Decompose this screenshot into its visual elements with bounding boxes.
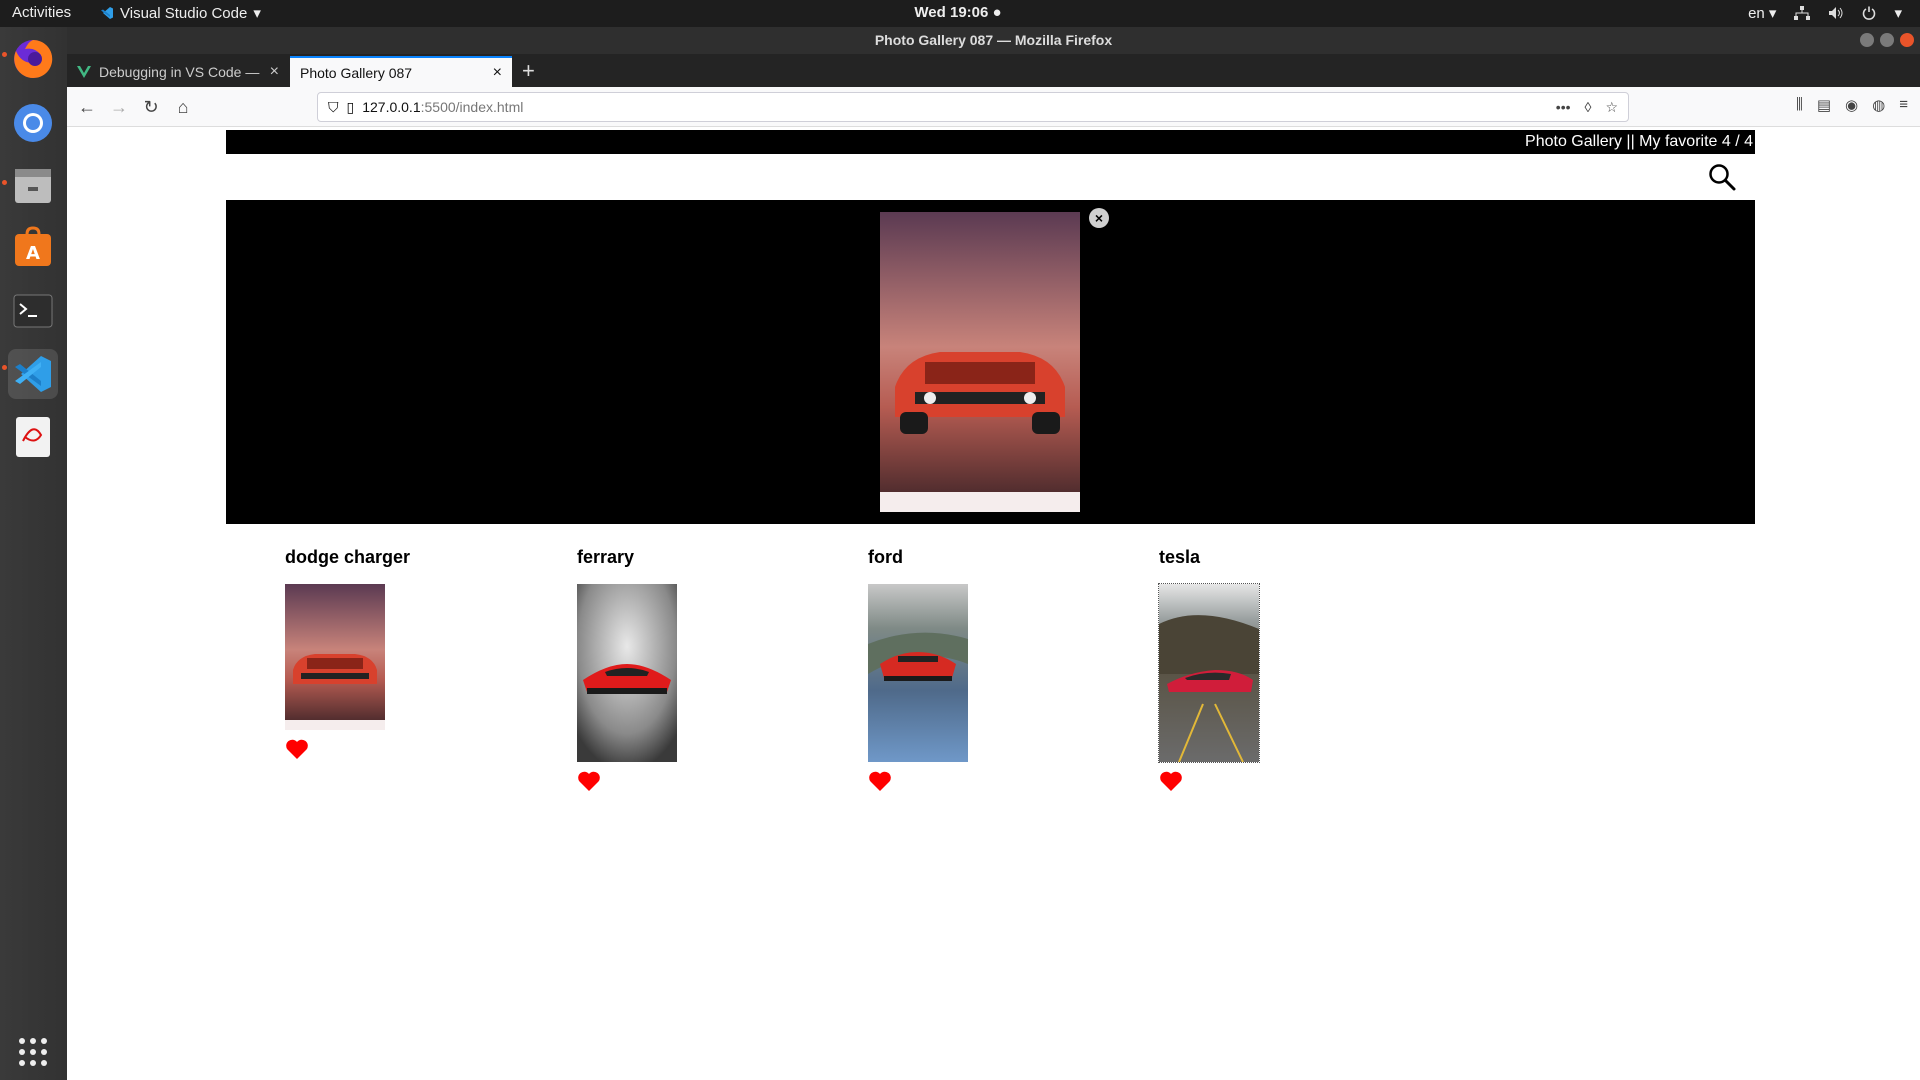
car-image[interactable] <box>868 584 968 762</box>
library-icon[interactable]: ⫼ <box>1796 96 1803 114</box>
software-launcher[interactable]: A <box>8 223 58 273</box>
tab-title: Photo Gallery 087 <box>300 64 413 81</box>
close-tab-icon[interactable]: × <box>493 64 502 82</box>
navigation-toolbar: ← → ↻ ⌂ ⛉ ▯ 127.0.0.1:5500/index.html ••… <box>67 87 1920 127</box>
search-icon[interactable] <box>1707 162 1737 192</box>
gallery-header: Photo Gallery || My favorite 4 / 4 <box>226 130 1755 154</box>
card-title: tesla <box>1159 547 1201 567</box>
car-image[interactable] <box>577 584 677 762</box>
gallery-card: tesla <box>1158 547 1339 792</box>
car-image[interactable] <box>285 584 385 730</box>
account-icon[interactable]: ◉ <box>1845 96 1858 114</box>
url-host: 127.0.0.1 <box>362 99 421 115</box>
terminal-icon <box>13 294 53 328</box>
tab-title: Debugging in VS Code — <box>99 63 260 80</box>
gallery-card: ferrary <box>577 547 757 792</box>
vscode-icon <box>15 356 51 392</box>
window-title: Photo Gallery 087 — Mozilla Firefox <box>874 32 1113 48</box>
document-viewer-launcher[interactable] <box>8 412 58 462</box>
url-bar[interactable]: ⛉ ▯ 127.0.0.1:5500/index.html ••• ◊ ☆ <box>317 92 1629 122</box>
gallery-card: ford <box>868 547 1048 792</box>
heart-icon[interactable] <box>577 770 601 792</box>
tab-debugging[interactable]: Debugging in VS Code — × <box>67 56 289 87</box>
tab-bar: Debugging in VS Code — × Photo Gallery 0… <box>67 54 1920 87</box>
show-applications-button[interactable] <box>8 1027 58 1077</box>
volume-icon <box>1829 7 1843 19</box>
forward-arrow-icon[interactable]: → <box>107 95 131 119</box>
card-title: dodge charger <box>285 547 411 567</box>
page-actions-icon[interactable]: ••• <box>1556 99 1571 116</box>
reload-icon[interactable]: ↻ <box>139 95 163 119</box>
tab-photo-gallery[interactable]: Photo Gallery 087 × <box>290 56 512 87</box>
power-icon <box>1863 6 1876 20</box>
pocket-icon[interactable]: ◊ <box>1585 99 1592 116</box>
web-page: Photo Gallery || My favorite 4 / 4 × dod… <box>67 127 1920 1080</box>
url-path: :5500/index.html <box>420 99 524 115</box>
viewer-image <box>880 212 1080 512</box>
heart-icon[interactable] <box>1159 770 1183 792</box>
maximize-button[interactable] <box>1880 33 1894 47</box>
bookmark-star-icon[interactable]: ☆ <box>1605 99 1618 116</box>
shield-icon[interactable]: ⛉ <box>328 99 339 116</box>
back-arrow-icon[interactable]: ← <box>75 95 99 119</box>
app-menu[interactable]: Visual Studio Code ▾ <box>100 4 261 22</box>
document-viewer-icon <box>16 417 50 457</box>
extension-icon[interactable]: ◍ <box>1872 96 1885 114</box>
new-tab-button[interactable]: + <box>522 58 535 84</box>
vue-icon <box>77 65 91 78</box>
clock[interactable]: Wed 19:06 ● <box>914 4 1001 21</box>
car-image[interactable] <box>1158 583 1260 763</box>
svg-text:A: A <box>26 243 40 264</box>
card-title: ford <box>868 547 903 567</box>
gallery-card: dodge charger <box>285 547 465 760</box>
heart-icon[interactable] <box>285 738 309 760</box>
vscode-icon <box>101 7 113 19</box>
software-center-icon: A <box>15 226 51 266</box>
terminal-launcher[interactable] <box>8 286 58 336</box>
activities-button[interactable]: Activities <box>12 4 71 21</box>
chevron-down-icon: ▾ <box>253 5 261 22</box>
sidebar-icon[interactable]: ▤ <box>1817 96 1831 114</box>
files-launcher[interactable] <box>8 160 58 210</box>
menu-icon[interactable]: ≡ <box>1899 96 1908 114</box>
firefox-window: Photo Gallery 087 — Mozilla Firefox Debu… <box>67 27 1920 1080</box>
running-indicator <box>2 52 7 57</box>
system-tray[interactable]: en ▾ ▾ <box>1748 4 1902 22</box>
card-title: ferrary <box>577 547 635 567</box>
chromium-icon <box>14 104 52 142</box>
firefox-icon <box>14 39 53 78</box>
chromium-launcher[interactable] <box>8 98 58 148</box>
home-icon[interactable]: ⌂ <box>171 95 195 119</box>
firefox-launcher[interactable] <box>8 34 58 84</box>
vscode-launcher[interactable] <box>8 349 58 399</box>
app-name: Visual Studio Code <box>120 4 248 22</box>
running-indicator <box>2 365 7 370</box>
close-tab-icon[interactable]: × <box>270 63 279 81</box>
close-window-button[interactable] <box>1900 33 1914 47</box>
heart-icon[interactable] <box>868 770 892 792</box>
language-indicator[interactable]: en ▾ <box>1748 4 1776 22</box>
page-icon: ▯ <box>346 98 355 115</box>
chevron-down-icon: ▾ <box>1894 5 1902 22</box>
app-grid-icon <box>19 1038 47 1066</box>
system-top-bar: Activities Visual Studio Code ▾ Wed 19:0… <box>0 0 1920 27</box>
files-icon <box>15 169 51 203</box>
running-indicator <box>2 180 7 185</box>
dock: A <box>0 27 67 1080</box>
image-viewer: × <box>226 200 1755 524</box>
window-controls <box>1860 33 1914 47</box>
network-icon <box>1794 6 1811 20</box>
minimize-button[interactable] <box>1860 33 1874 47</box>
window-titlebar[interactable]: Photo Gallery 087 — Mozilla Firefox <box>67 27 1920 54</box>
close-icon[interactable]: × <box>1089 208 1109 228</box>
